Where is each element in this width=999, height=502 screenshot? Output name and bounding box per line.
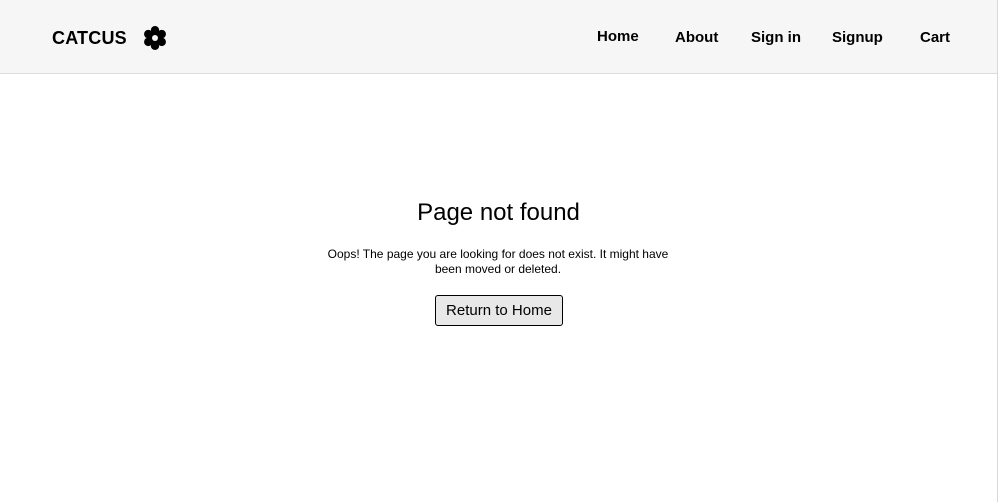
not-found-content: Page not found Oops! The page you are lo…	[0, 74, 997, 502]
page-title: Page not found	[417, 199, 580, 226]
nav-link-signup[interactable]: Signup	[832, 29, 883, 46]
nav-link-about[interactable]: About	[675, 29, 718, 46]
flower-icon	[142, 25, 168, 51]
nav-link-home[interactable]: Home	[597, 28, 639, 45]
nav-link-signin[interactable]: Sign in	[751, 29, 801, 46]
error-message: Oops! The page you are looking for does …	[327, 247, 669, 276]
nav-link-cart[interactable]: Cart	[920, 29, 950, 46]
brand[interactable]: CATCUS	[52, 26, 168, 51]
return-home-button[interactable]: Return to Home	[435, 295, 563, 326]
top-navbar: CATCUS Home About Sign in Signup Cart	[0, 0, 997, 74]
page: CATCUS Home About Sign in Signup Cart Pa…	[0, 0, 998, 502]
brand-name[interactable]: CATCUS	[52, 28, 127, 49]
